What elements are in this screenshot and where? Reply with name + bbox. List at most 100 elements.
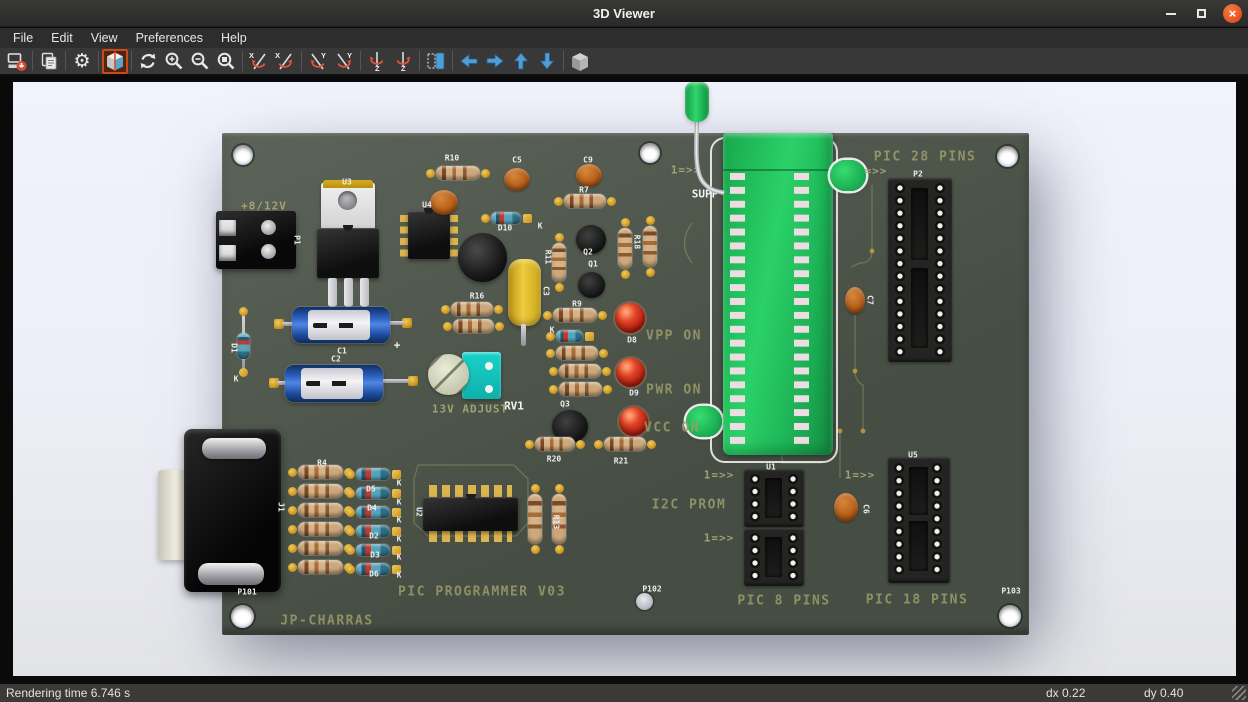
silkscreen-label: + — [394, 339, 401, 352]
pan-left-button[interactable] — [456, 49, 482, 74]
refresh-view-button[interactable] — [135, 49, 161, 74]
toolbar-separator — [32, 51, 33, 71]
flip-board-button[interactable] — [423, 49, 449, 74]
gear-icon: ⚙ — [73, 52, 90, 71]
maximize-icon — [1197, 9, 1206, 18]
rotate-y-cw-icon: Y — [333, 50, 355, 72]
toolbar-separator — [563, 51, 564, 71]
menu-view[interactable]: View — [82, 29, 127, 47]
silkscreen-label: R13 — [552, 515, 561, 529]
minimize-button[interactable] — [1161, 4, 1180, 23]
silkscreen-label: D4 — [367, 504, 377, 513]
maximize-button[interactable] — [1192, 4, 1211, 23]
silkscreen-label: RV1 — [504, 400, 524, 413]
menu-bar: File Edit View Preferences Help — [0, 28, 1248, 48]
3d-viewer-window: 3D Viewer × File Edit View Preferences H… — [0, 0, 1248, 702]
rotate-y-cw-button[interactable]: Y — [331, 49, 357, 74]
silkscreen-label: J1 — [277, 502, 286, 512]
ortho-view-button[interactable] — [567, 49, 593, 74]
resize-grip[interactable] — [1232, 686, 1246, 700]
silkscreen-label: R11 — [544, 250, 553, 264]
silkscreen-label: K — [397, 479, 402, 488]
zoom-in-icon — [163, 50, 185, 72]
minimize-icon — [1166, 13, 1176, 15]
export-image-button[interactable] — [3, 49, 29, 74]
menu-help[interactable]: Help — [212, 29, 256, 47]
rotate-z-cw-button[interactable]: Z — [390, 49, 416, 74]
ortho-cube-icon — [569, 50, 591, 72]
toolbar-separator — [419, 51, 420, 71]
toolbar-separator — [131, 51, 132, 71]
menu-preferences[interactable]: Preferences — [127, 29, 212, 47]
pan-right-button[interactable] — [482, 49, 508, 74]
copy-image-button[interactable] — [36, 49, 62, 74]
rotate-z-ccw-button[interactable]: Z — [364, 49, 390, 74]
silkscreen-label: K — [397, 571, 402, 580]
render-cube-icon — [104, 50, 126, 72]
raytracing-cube-button[interactable] — [102, 49, 128, 74]
silkscreen-label: 1=>> — [671, 164, 702, 177]
silkscreen-label: C3 — [542, 286, 551, 296]
rotate-z-ccw-icon: Z — [366, 50, 388, 72]
svg-text:X: X — [275, 51, 280, 60]
rotate-y-ccw-button[interactable]: Y — [305, 49, 331, 74]
toolbar-separator — [452, 51, 453, 71]
silkscreen-label: 13V ADJUST — [432, 403, 508, 416]
refresh-icon — [137, 50, 159, 72]
silkscreen-label: D10 — [498, 224, 512, 233]
silkscreen-label: I2C PROM — [652, 498, 727, 513]
pcb-board: U3R10C5C9R7U4D10KQ2Q1R18R11C3R9KR16RV1C1… — [222, 133, 1029, 635]
silkscreen-label: P2 — [913, 170, 923, 179]
silkscreen-label: =>> — [865, 165, 888, 178]
status-bar: Rendering time 6.746 s dx 0.22 dy 0.40 — [0, 683, 1248, 702]
pan-down-button[interactable] — [534, 49, 560, 74]
toolbar-separator — [242, 51, 243, 71]
silkscreen-label: R18 — [633, 235, 642, 249]
silkscreen-label: R4 — [317, 459, 327, 468]
dx-readout: dx 0.22 — [1046, 686, 1085, 700]
zoom-out-button[interactable] — [187, 49, 213, 74]
close-button[interactable]: × — [1223, 4, 1242, 23]
title-bar[interactable]: 3D Viewer × — [0, 0, 1248, 27]
zoom-fit-button[interactable] — [213, 49, 239, 74]
toolbar-separator — [301, 51, 302, 71]
render-settings-button[interactable]: ⚙ — [69, 49, 95, 74]
silkscreen-label: P102 — [642, 585, 661, 594]
silkscreen-label: PIC 18 PINS — [866, 593, 969, 608]
rotate-x-cw-icon: X — [274, 50, 296, 72]
rendering-time-status: Rendering time 6.746 s — [6, 686, 130, 700]
silkscreen-label: Q3 — [560, 400, 570, 409]
silkscreen-label: VPP ON — [646, 329, 702, 344]
menu-file[interactable]: File — [4, 29, 42, 47]
silkscreen-label: U4 — [422, 201, 432, 210]
window-title: 3D Viewer — [0, 6, 1248, 21]
zoom-in-button[interactable] — [161, 49, 187, 74]
rotate-x-ccw-button[interactable]: X — [246, 49, 272, 74]
silkscreen-label: C1 — [337, 347, 347, 356]
silkscreen-label: Q2 — [583, 248, 593, 257]
silkscreen-label: R9 — [572, 300, 582, 309]
silkscreen-label: K — [397, 553, 402, 562]
silkscreen-label: R21 — [614, 457, 628, 466]
silkscreen-label: VCC ON — [644, 421, 700, 436]
close-icon: × — [1229, 7, 1237, 20]
silkscreen-label: K — [397, 516, 402, 525]
silkscreen-label: R16 — [470, 292, 484, 301]
silkscreen-label: D3 — [370, 551, 380, 560]
3d-canvas[interactable]: U3R10C5C9R7U4D10KQ2Q1R18R11C3R9KR16RV1C1… — [13, 82, 1236, 676]
zoom-fit-icon — [215, 50, 237, 72]
rotate-x-cw-button[interactable]: X — [272, 49, 298, 74]
silkscreen-label: P101 — [237, 588, 256, 597]
silkscreen-label: R20 — [547, 455, 561, 464]
silkscreen-label: K — [234, 375, 239, 384]
dy-readout: dy 0.40 — [1144, 686, 1183, 700]
menu-edit[interactable]: Edit — [42, 29, 82, 47]
pan-up-button[interactable] — [508, 49, 534, 74]
pan-right-icon — [484, 50, 506, 72]
silkscreen-label: Q1 — [588, 260, 598, 269]
svg-text:X: X — [249, 51, 254, 60]
silkscreen-label: PIC 8 PINS — [737, 594, 830, 609]
rotate-y-ccw-icon: Y — [307, 50, 329, 72]
pan-down-icon — [536, 50, 558, 72]
silkscreen-label: C5 — [512, 156, 522, 165]
